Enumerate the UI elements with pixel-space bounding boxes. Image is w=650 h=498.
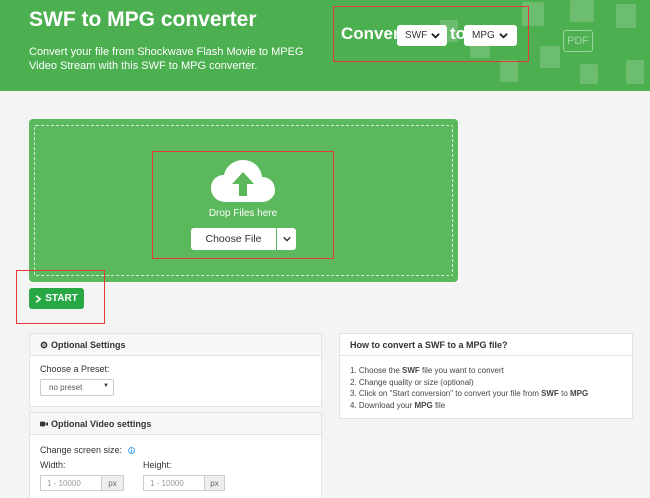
choose-file-button[interactable]: Choose File (191, 228, 276, 250)
preset-label: Choose a Preset: (40, 364, 110, 374)
howto-panel: How to convert a SWF to a MPG file? 1. C… (339, 333, 633, 419)
chevron-down-icon (499, 33, 508, 39)
preset-select[interactable]: no preset ▼ (40, 379, 114, 396)
video-camera-icon (40, 421, 48, 426)
howto-steps: 1. Choose the SWF file you want to conve… (350, 365, 588, 411)
video-settings-header: Optional Video settings (30, 413, 321, 435)
to-format-value: MPG (472, 30, 495, 41)
height-input[interactable]: 1 - 10000 (143, 475, 205, 491)
pdf-bg-badge: PDF (563, 30, 593, 52)
optional-settings-panel: Optional Settings Choose a Preset: no pr… (29, 333, 322, 407)
choose-source-dropdown-button[interactable] (277, 228, 296, 250)
screen-size-label: Change screen size: (40, 445, 135, 455)
width-unit: px (102, 475, 124, 491)
video-settings-title: Optional Video settings (51, 418, 152, 429)
to-format-select[interactable]: MPG (464, 25, 517, 46)
howto-title: How to convert a SWF to a MPG file? (350, 339, 508, 350)
page-title: SWF to MPG converter (29, 8, 257, 31)
info-icon[interactable] (127, 447, 135, 454)
howto-step: 4. Download your MPG file (350, 400, 446, 410)
howto-step: 3. Click on "Start conversion" to conver… (350, 389, 589, 398)
header-banner: PDF SWF to MPG converter Convert your fi… (0, 0, 650, 91)
from-format-select[interactable]: SWF (397, 25, 447, 46)
convert-label: Convert (341, 24, 406, 43)
height-label: Height: (143, 460, 172, 470)
width-label: Width: (40, 460, 66, 470)
screen-size-text: Change screen size: (40, 445, 123, 455)
height-unit: px (205, 475, 225, 491)
chevron-down-icon (431, 33, 440, 39)
chevron-down-icon (282, 236, 291, 242)
width-input[interactable]: 1 - 10000 (40, 475, 102, 491)
from-format-value: SWF (405, 30, 428, 41)
start-button-label: START (45, 293, 78, 304)
drop-files-label: Drop Files here (208, 208, 278, 219)
optional-settings-title: Optional Settings (51, 339, 126, 350)
select-arrow-icon: ▼ (103, 383, 109, 389)
gear-icon (40, 341, 48, 348)
video-settings-panel: Optional Video settings Change screen si… (29, 412, 322, 498)
chevron-right-icon (35, 294, 42, 303)
preset-value: no preset (49, 383, 83, 392)
start-button[interactable]: START (29, 288, 84, 309)
optional-settings-header: Optional Settings (30, 334, 321, 356)
howto-header: How to convert a SWF to a MPG file? (340, 334, 632, 356)
format-selector-highlight: Convert SWF to MPG (333, 6, 529, 62)
page-description: Convert your file from Shockwave Flash M… (29, 46, 304, 72)
cloud-upload-icon (211, 160, 275, 202)
howto-step: 2. Change quality or size (optional) (350, 377, 474, 387)
howto-step: 1. Choose the SWF file you want to conve… (350, 366, 504, 375)
pdf-bg-label: PDF (567, 35, 589, 47)
